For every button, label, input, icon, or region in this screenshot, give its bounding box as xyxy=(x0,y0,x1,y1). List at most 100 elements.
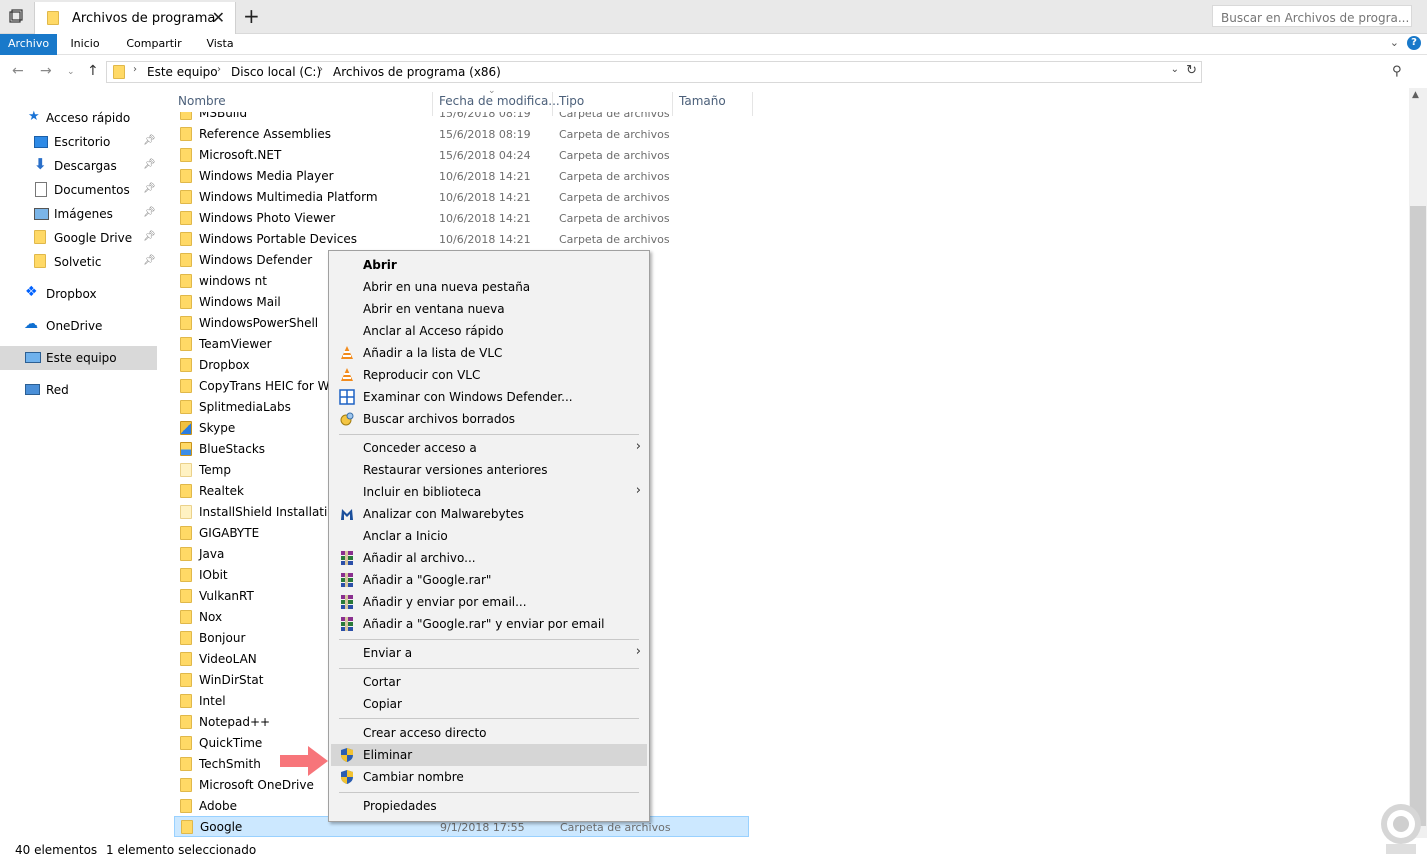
menu-label: Añadir al archivo... xyxy=(363,551,476,565)
tab-inicio[interactable]: Inicio xyxy=(62,34,108,55)
up-icon[interactable]: ↑ xyxy=(87,63,99,79)
menu-item-anclar-acceso-rapido[interactable]: Anclar al Acceso rápido xyxy=(331,320,647,342)
nav-red[interactable]: Red xyxy=(0,378,157,402)
refresh-icon[interactable]: ↻ xyxy=(1186,63,1197,78)
crumb-archivos-de-programa[interactable]: Archivos de programa (x86) xyxy=(333,65,501,79)
menu-item-anadir-archivo[interactable]: Añadir al archivo... xyxy=(331,547,647,569)
pin-icon[interactable]: 📌︎ xyxy=(143,255,156,266)
file-date: 15/6/2018 04:24 xyxy=(439,149,531,162)
menu-label: Restaurar versiones anteriores xyxy=(363,463,548,477)
nav-descargas[interactable]: ⬇ Descargas 📌︎ xyxy=(0,154,157,178)
recent-locations-icon[interactable]: ⌄ xyxy=(67,67,75,77)
folder-icon xyxy=(180,337,192,351)
nav-label: Red xyxy=(46,383,69,397)
folder-icon xyxy=(180,589,192,603)
table-row[interactable]: Windows Photo Viewer 10/6/2018 14:21 Carpe… xyxy=(174,208,749,229)
menu-item-abrir-nueva-pestana[interactable]: Abrir en una nueva pestaña xyxy=(331,276,647,298)
tab-close-icon[interactable]: ✕ xyxy=(212,8,225,27)
folder-icon xyxy=(180,778,192,792)
menu-item-examinar-defender[interactable]: Examinar con Windows Defender... xyxy=(331,386,647,408)
pin-icon[interactable]: 📌︎ xyxy=(143,231,156,242)
menu-item-anclar-inicio[interactable]: Anclar a Inicio xyxy=(331,525,647,547)
menu-item-incluir-biblioteca[interactable]: Incluir en biblioteca › xyxy=(331,481,647,503)
context-menu: Abrir Abrir en una nueva pestaña Abrir e… xyxy=(328,250,650,822)
nav-imagenes[interactable]: Imágenes 📌︎ xyxy=(0,202,157,226)
forward-icon[interactable]: → xyxy=(40,63,52,79)
network-icon xyxy=(25,384,40,395)
nav-label: OneDrive xyxy=(46,319,103,333)
expand-ribbon-icon[interactable]: ⌄ xyxy=(1390,36,1399,49)
help-icon[interactable]: ? xyxy=(1407,36,1421,50)
tab-archivo[interactable]: Archivo xyxy=(0,34,57,55)
menu-item-reproducir-vlc[interactable]: Reproducir con VLC xyxy=(331,364,647,386)
table-row[interactable]: MSBuild 15/6/2018 08:19 Carpeta de archivo… xyxy=(174,112,749,124)
menu-label: Conceder acceso a xyxy=(363,441,477,455)
back-icon[interactable]: ← xyxy=(12,63,24,79)
submenu-arrow-icon: › xyxy=(635,644,641,659)
crumb-separator-icon[interactable]: › xyxy=(133,64,137,75)
pin-icon[interactable]: 📌︎ xyxy=(143,159,156,170)
nav-escritorio[interactable]: Escritorio 📌︎ xyxy=(0,130,157,154)
menu-item-anadir-google-rar[interactable]: Añadir a "Google.rar" xyxy=(331,569,647,591)
table-row[interactable]: Reference Assemblies 15/6/2018 08:19 Carpe… xyxy=(174,124,749,145)
menu-item-cambiar-nombre[interactable]: Cambiar nombre xyxy=(331,766,647,788)
crumb-separator-icon[interactable]: › xyxy=(217,64,221,75)
file-type: Carpeta de archivos xyxy=(559,128,670,141)
vertical-scrollbar[interactable]: ▲ xyxy=(1409,88,1427,838)
tab-compartir[interactable]: Compartir xyxy=(118,34,190,55)
file-date: 15/6/2018 08:19 xyxy=(439,128,531,141)
menu-item-copiar[interactable]: Copiar xyxy=(331,693,647,715)
menu-item-anadir-google-rar-email[interactable]: Añadir a "Google.rar" y enviar por email xyxy=(331,613,647,635)
nav-onedrive[interactable]: ☁ OneDrive xyxy=(0,314,157,338)
document-icon xyxy=(35,182,47,197)
nav-acceso-rapido[interactable]: ★ Acceso rápido xyxy=(0,106,157,130)
search-icon[interactable]: ⚲ xyxy=(1392,64,1402,79)
folder-icon xyxy=(180,112,192,120)
search-input[interactable] xyxy=(1212,5,1412,27)
address-dropdown-icon[interactable]: ⌄ xyxy=(1171,64,1179,75)
file-name: Intel xyxy=(199,694,226,708)
tab-vista[interactable]: Vista xyxy=(198,34,242,55)
folder-icon xyxy=(180,736,192,750)
menu-item-buscar-borrados[interactable]: Buscar archivos borrados xyxy=(331,408,647,430)
nav-google-drive[interactable]: Google Drive 📌︎ xyxy=(0,226,157,250)
pin-icon[interactable]: 📌︎ xyxy=(143,183,156,194)
menu-item-crear-acceso-directo[interactable]: Crear acceso directo xyxy=(331,722,647,744)
nav-documentos[interactable]: Documentos 📌︎ xyxy=(0,178,157,202)
menu-item-anadir-lista-vlc[interactable]: Añadir a la lista de VLC xyxy=(331,342,647,364)
file-type: Carpeta de archivos xyxy=(559,149,670,162)
nav-este-equipo[interactable]: Este equipo xyxy=(0,346,157,370)
window-menu-icon[interactable] xyxy=(8,9,24,25)
pin-icon[interactable]: 📌︎ xyxy=(143,207,156,218)
menu-label: Cambiar nombre xyxy=(363,770,464,784)
menu-item-anadir-enviar-email[interactable]: Añadir y enviar por email... xyxy=(331,591,647,613)
desktop-icon xyxy=(34,136,48,148)
new-tab-button[interactable]: + xyxy=(243,4,260,28)
scroll-thumb[interactable] xyxy=(1410,206,1426,826)
pin-icon[interactable]: 📌︎ xyxy=(143,135,156,146)
menu-item-conceder-acceso[interactable]: Conceder acceso a › xyxy=(331,437,647,459)
crumb-este-equipo[interactable]: Este equipo xyxy=(147,65,218,79)
menu-item-enviar-a[interactable]: Enviar a › xyxy=(331,642,647,664)
nav-dropbox[interactable]: ❖ Dropbox xyxy=(0,282,157,306)
menu-label: Cortar xyxy=(363,675,401,689)
table-row[interactable]: Windows Multimedia Platform 10/6/2018 14:… xyxy=(174,187,749,208)
menu-item-abrir[interactable]: Abrir xyxy=(331,254,647,276)
crumb-disco-local[interactable]: Disco local (C:) xyxy=(231,65,321,79)
table-row[interactable]: Windows Media Player 10/6/2018 14:21 Carpe… xyxy=(174,166,749,187)
menu-item-abrir-ventana-nueva[interactable]: Abrir en ventana nueva xyxy=(331,298,647,320)
table-row[interactable]: Microsoft.NET 15/6/2018 04:24 Carpeta de a… xyxy=(174,145,749,166)
address-bar[interactable]: › Este equipo › Disco local (C:) › Archi… xyxy=(106,61,1202,83)
menu-item-cortar[interactable]: Cortar xyxy=(331,671,647,693)
menu-item-propiedades[interactable]: Propiedades xyxy=(331,795,647,817)
menu-item-eliminar[interactable]: Eliminar xyxy=(331,744,647,766)
menu-item-restaurar-versiones[interactable]: Restaurar versiones anteriores xyxy=(331,459,647,481)
menu-label: Anclar a Inicio xyxy=(363,529,448,543)
scroll-up-icon[interactable]: ▲ xyxy=(1412,90,1419,100)
nav-solvetic[interactable]: Solvetic 📌︎ xyxy=(0,250,157,274)
crumb-separator-icon[interactable]: › xyxy=(319,64,323,75)
table-row[interactable]: Windows Portable Devices 10/6/2018 14:21 C… xyxy=(174,229,749,250)
menu-item-malwarebytes[interactable]: Analizar con Malwarebytes xyxy=(331,503,647,525)
tab-archivos-de-programa[interactable]: Archivos de programa ✕ xyxy=(34,2,236,34)
menu-label: Abrir xyxy=(363,258,397,272)
